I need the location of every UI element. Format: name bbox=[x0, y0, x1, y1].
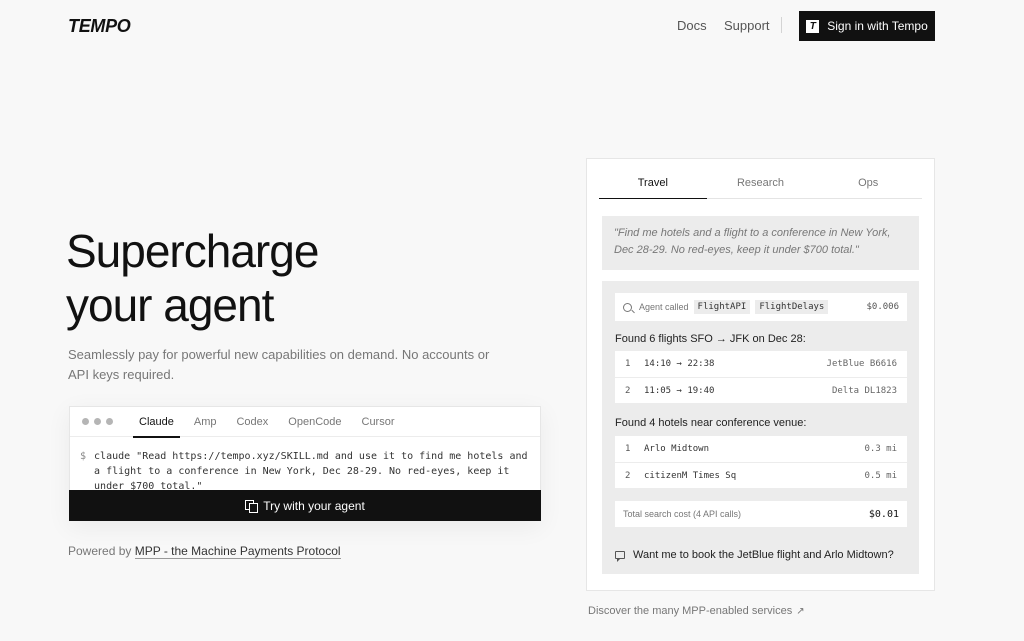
try-with-agent-button[interactable]: Try with your agent bbox=[69, 490, 541, 521]
demo-tabs: Travel Research Ops bbox=[599, 167, 922, 199]
hero-subtitle: Seamlessly pay for powerful new capabili… bbox=[68, 347, 490, 382]
hero-title-line-1: Supercharge bbox=[66, 225, 319, 277]
powered-prefix: Powered by bbox=[68, 544, 135, 558]
tab-travel[interactable]: Travel bbox=[599, 167, 707, 199]
copy-icon bbox=[245, 499, 259, 513]
hotel-distance: 0.3 mi bbox=[864, 444, 897, 454]
hotels-label: Found 4 hotels near conference venue: bbox=[615, 417, 807, 429]
flight-row: 1 14:10 → 22:38 JetBlue B6616 bbox=[615, 351, 907, 377]
api-chip: FlightDelays bbox=[755, 300, 829, 314]
flight-carrier: Delta DL1823 bbox=[831, 385, 897, 396]
flight-time: 14:10 → 22:38 bbox=[644, 359, 715, 369]
tab-amp[interactable]: Amp bbox=[184, 407, 227, 437]
total-cost-label: Total search cost (4 API calls) bbox=[623, 509, 742, 519]
user-request-quote: "Find me hotels and a flight to a confer… bbox=[602, 216, 919, 270]
nav-support-link[interactable]: Support bbox=[724, 18, 770, 33]
mpp-link[interactable]: MPP - the Machine Payments Protocol bbox=[134, 544, 341, 559]
flight-index: 1 bbox=[625, 359, 631, 369]
hotel-name: Arlo Midtown bbox=[644, 444, 710, 454]
followup-question: Want me to book the JetBlue flight and A… bbox=[615, 549, 894, 562]
tab-opencode[interactable]: OpenCode bbox=[278, 407, 351, 437]
flights-label: Found 6 flights SFO → JFK on Dec 28: bbox=[615, 333, 806, 345]
hero-title-line-2: your agent bbox=[66, 279, 274, 331]
nav-divider bbox=[781, 17, 782, 33]
flight-row: 2 11:05 → 19:40 Delta DL1823 bbox=[615, 377, 907, 403]
hotel-name: citizenM Times Sq bbox=[644, 470, 737, 481]
command-block[interactable]: $ claude "Read https://tempo.xyz/SKILL.m… bbox=[70, 437, 540, 492]
flight-index: 2 bbox=[625, 385, 631, 396]
hotel-index: 1 bbox=[625, 444, 631, 454]
nav-docs-link[interactable]: Docs bbox=[677, 18, 707, 33]
sign-in-button[interactable]: T Sign in with Tempo bbox=[799, 11, 935, 41]
tab-codex[interactable]: Codex bbox=[226, 407, 278, 437]
powered-by: Powered by MPP - the Machine Payments Pr… bbox=[68, 544, 341, 559]
api-cost: $0.006 bbox=[866, 302, 899, 312]
agent-tabs: Claude Amp Codex OpenCode Cursor bbox=[70, 407, 540, 438]
tempo-logo-icon: T bbox=[806, 19, 820, 33]
followup-text: Want me to book the JetBlue flight and A… bbox=[633, 549, 894, 561]
discover-services-link[interactable]: Discover the many MPP-enabled services ↗ bbox=[588, 605, 805, 617]
tab-claude[interactable]: Claude bbox=[129, 407, 184, 438]
window-dot bbox=[82, 418, 89, 425]
brand-logo[interactable]: TEMPO bbox=[68, 16, 131, 37]
tab-research[interactable]: Research bbox=[707, 167, 815, 198]
window-dots bbox=[82, 418, 113, 425]
agent-called-row: Agent called FlightAPI FlightDelays $0.0… bbox=[615, 293, 907, 321]
search-icon bbox=[623, 302, 632, 312]
hotel-list: 1 Arlo Midtown 0.3 mi 2 citizenM Times S… bbox=[615, 436, 907, 488]
hotel-distance: 0.5 mi bbox=[864, 470, 897, 481]
api-chip: FlightAPI bbox=[693, 300, 751, 314]
agent-called-label: Agent called bbox=[639, 302, 689, 312]
hero-title: Supercharge your agent bbox=[66, 224, 486, 332]
flight-carrier: JetBlue B6616 bbox=[826, 359, 897, 369]
tab-ops[interactable]: Ops bbox=[814, 167, 922, 198]
demo-panel: Travel Research Ops "Find me hotels and … bbox=[586, 158, 935, 591]
try-button-label: Try with your agent bbox=[263, 498, 365, 513]
total-cost-row: Total search cost (4 API calls) $0.01 bbox=[615, 501, 907, 527]
window-dot bbox=[94, 418, 101, 425]
external-arrow-icon: ↗ bbox=[796, 606, 805, 617]
flight-time: 11:05 → 19:40 bbox=[644, 385, 715, 396]
prompt-symbol: $ bbox=[80, 451, 87, 462]
tab-cursor[interactable]: Cursor bbox=[352, 407, 405, 437]
total-cost-amount: $0.01 bbox=[868, 508, 899, 520]
chat-icon bbox=[615, 551, 625, 562]
sign-in-label: Sign in with Tempo bbox=[827, 19, 928, 33]
flight-list: 1 14:10 → 22:38 JetBlue B6616 2 11:05 → … bbox=[615, 351, 907, 403]
hotel-index: 2 bbox=[625, 470, 631, 481]
command-text[interactable]: claude "Read https://tempo.xyz/SKILL.md … bbox=[94, 449, 528, 492]
window-dot bbox=[106, 418, 113, 425]
hotel-row: 2 citizenM Times Sq 0.5 mi bbox=[615, 462, 907, 488]
prompt-card: Claude Amp Codex OpenCode Cursor $ claud… bbox=[69, 406, 541, 521]
agent-result: Agent called FlightAPI FlightDelays $0.0… bbox=[602, 281, 919, 574]
discover-label: Discover the many MPP-enabled services bbox=[588, 605, 793, 617]
hotel-row: 1 Arlo Midtown 0.3 mi bbox=[615, 436, 907, 462]
